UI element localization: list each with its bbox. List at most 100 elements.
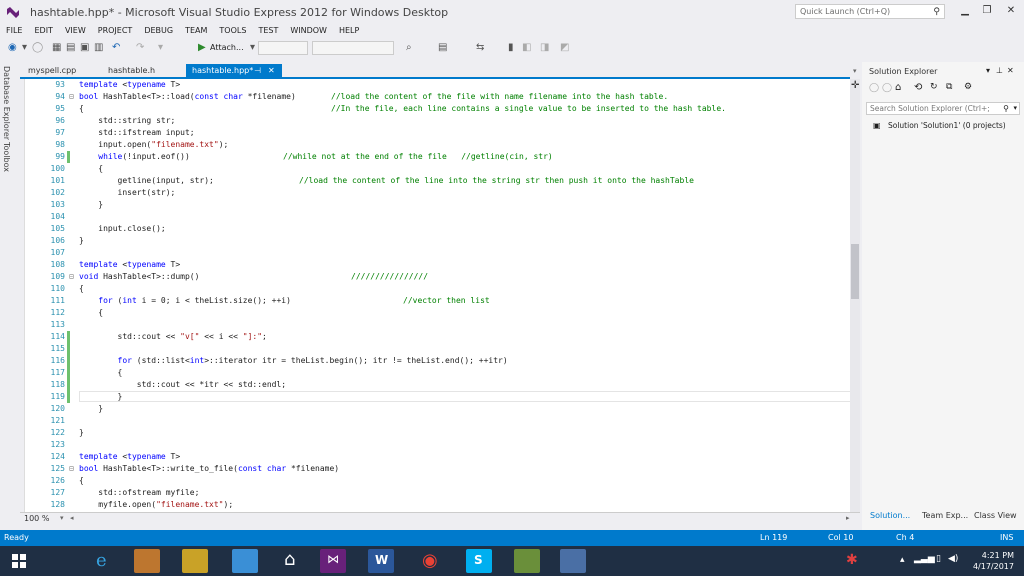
code-line[interactable]: 126 { xyxy=(25,475,851,487)
code-line[interactable]: 114 std::cout << "v[" << i << "]:"; xyxy=(25,331,851,343)
minimize-icon[interactable]: ▁ xyxy=(958,5,972,16)
code-line[interactable]: 120 } xyxy=(25,403,851,415)
toolbox-tab[interactable]: Toolbox xyxy=(2,142,11,172)
app-icon[interactable] xyxy=(514,549,540,573)
home-app-icon[interactable]: ⌂ xyxy=(280,549,306,573)
tab-team-explorer[interactable]: Team Exp... xyxy=(922,511,968,520)
scroll-left-icon[interactable]: ◂ xyxy=(70,514,74,522)
code-line[interactable]: 116 for (std::list<int>::iterator itr = … xyxy=(25,355,851,367)
code-editor[interactable]: 93 template <typename T> 94 ⊟ bool HashTable… xyxy=(24,79,851,512)
code-line[interactable]: 110 { xyxy=(25,283,851,295)
home-icon[interactable]: ⌂ xyxy=(895,82,901,93)
code-line[interactable]: 118 std::cout << *itr << std::endl; xyxy=(25,379,851,391)
tab-class-view[interactable]: Class View xyxy=(974,511,1017,520)
toggle-comment-icon[interactable]: ▤ xyxy=(438,42,447,53)
scroll-right-icon[interactable]: ▸ xyxy=(846,514,850,522)
undo-icon[interactable]: ↶ xyxy=(112,42,120,53)
chrome-icon[interactable]: ◉ xyxy=(418,549,444,573)
dropdown-icon[interactable]: ▾ xyxy=(22,42,27,53)
code-line[interactable]: 107 xyxy=(25,247,851,259)
code-line[interactable]: 111 for (int i = 0; i < theList.size(); … xyxy=(25,295,851,307)
start-debug-icon[interactable]: ▶ xyxy=(198,42,206,53)
attach-button[interactable]: Attach... xyxy=(210,43,244,52)
menu-tools[interactable]: TOOLS xyxy=(213,24,252,38)
code-line[interactable]: 93 template <typename T> xyxy=(25,79,851,91)
redo-dropdown-icon[interactable]: ▾ xyxy=(158,42,163,53)
code-line[interactable]: 105 input.close(); xyxy=(25,223,851,235)
code-line[interactable]: 115 xyxy=(25,343,851,355)
menu-debug[interactable]: DEBUG xyxy=(138,24,179,38)
menu-view[interactable]: VIEW xyxy=(59,24,92,38)
tab-solution-explorer[interactable]: Solution... xyxy=(870,511,910,520)
code-line[interactable]: 121 xyxy=(25,415,851,427)
pin-panel-icon[interactable]: ✛ xyxy=(851,80,859,91)
code-line[interactable]: 101 getline(input, str); //load the conte… xyxy=(25,175,851,187)
battery-icon[interactable]: ▯ xyxy=(936,554,941,564)
redo-icon[interactable]: ↷ xyxy=(136,42,144,53)
close-icon[interactable]: ✕ xyxy=(1004,5,1018,16)
media-app-icon[interactable] xyxy=(134,549,160,573)
menu-help[interactable]: HELP xyxy=(333,24,365,38)
find-in-files-icon[interactable]: ⌕ xyxy=(406,42,412,53)
editor-scrollbar[interactable] xyxy=(850,79,860,512)
quick-launch-input[interactable]: Quick Launch (Ctrl+Q) ⚲ xyxy=(795,4,945,19)
antivirus-tray-icon[interactable]: ✱ xyxy=(846,552,858,568)
collapse-icon[interactable]: ⊟ xyxy=(69,463,74,475)
code-line[interactable]: 122} xyxy=(25,427,851,439)
code-line[interactable]: 109 ⊟ void HashTable<T>::dump() ///////////… xyxy=(25,271,851,283)
code-line[interactable]: 123 xyxy=(25,439,851,451)
wifi-icon[interactable]: ▂▃▅ xyxy=(914,554,935,564)
visual-studio-taskbar-icon[interactable]: ⋈ xyxy=(320,549,346,573)
new-project-icon[interactable]: ▦ xyxy=(52,42,61,53)
refresh-icon[interactable]: ↻ xyxy=(930,82,938,92)
code-line[interactable]: 102 insert(str); xyxy=(25,187,851,199)
forward-icon[interactable]: ◯ xyxy=(882,83,892,93)
zoom-dropdown-icon[interactable]: ▾ xyxy=(60,514,64,522)
code-line[interactable]: 113 xyxy=(25,319,851,331)
properties-icon[interactable]: ⚙ xyxy=(964,82,972,92)
network-app-icon[interactable] xyxy=(560,549,586,573)
code-line[interactable]: 125 ⊟ bool HashTable<T>::write_to_file(con… xyxy=(25,463,851,475)
code-line[interactable]: 117 { xyxy=(25,367,851,379)
collapse-all-icon[interactable]: ⧉ xyxy=(946,82,952,92)
code-line[interactable]: 96 std::string str; xyxy=(25,115,851,127)
file-explorer-icon[interactable] xyxy=(182,549,208,573)
solution-platform-select[interactable] xyxy=(312,41,394,55)
bookmark-clear-icon[interactable]: ◩ xyxy=(560,42,569,53)
panel-menu-icon[interactable]: ▾ xyxy=(986,66,990,75)
code-line[interactable]: 99 while(!input.eof()) //while not at the… xyxy=(25,151,851,163)
lenovo-app-icon[interactable] xyxy=(232,549,258,573)
menu-project[interactable]: PROJECT xyxy=(92,24,139,38)
collapse-icon[interactable]: ⊟ xyxy=(69,91,74,103)
restore-icon[interactable]: ❐ xyxy=(980,5,994,16)
bookmark-prev-icon[interactable]: ◧ xyxy=(522,42,531,53)
bookmark-icon[interactable]: ▮ xyxy=(508,42,514,53)
back-icon[interactable]: ◯ xyxy=(869,83,879,93)
code-line[interactable]: 98 input.open("filename.txt"); xyxy=(25,139,851,151)
code-line[interactable]: 97 std::ifstream input; xyxy=(25,127,851,139)
save-icon[interactable]: ▣ xyxy=(80,42,89,53)
navigate-icon[interactable]: ⇆ xyxy=(476,42,484,53)
forward-icon[interactable]: ◯ xyxy=(32,42,43,53)
code-line[interactable]: 119 } xyxy=(25,391,851,403)
back-icon[interactable]: ◉ xyxy=(8,42,17,53)
code-line[interactable]: 94 ⊟ bool HashTable<T>::load(const char *f… xyxy=(25,91,851,103)
code-line[interactable]: 104 xyxy=(25,211,851,223)
sync-icon[interactable]: ⟲ xyxy=(914,82,922,93)
skype-icon[interactable]: S xyxy=(466,549,492,573)
code-line[interactable]: 108 template <typename T> xyxy=(25,259,851,271)
panel-dropdown-icon[interactable]: ▾ xyxy=(853,67,857,75)
volume-icon[interactable]: ◀) xyxy=(948,554,958,564)
bookmark-next-icon[interactable]: ◨ xyxy=(540,42,549,53)
tab-hashtable-hpp[interactable]: hashtable.hpp* ⊣ ✕ xyxy=(186,64,282,77)
search-options-icon[interactable]: ▾ xyxy=(1013,104,1017,112)
menu-window[interactable]: WINDOW xyxy=(284,24,333,38)
internet-explorer-icon[interactable]: e xyxy=(90,549,116,573)
menu-file[interactable]: FILE xyxy=(0,24,28,38)
windows-start-icon[interactable] xyxy=(12,554,26,568)
close-panel-icon[interactable]: ✕ xyxy=(1007,66,1014,75)
menu-team[interactable]: TEAM xyxy=(179,24,213,38)
save-all-icon[interactable]: ▥ xyxy=(94,42,103,53)
tab-myspell-cpp[interactable]: myspell.cpp xyxy=(22,64,82,77)
close-tab-icon[interactable]: ✕ xyxy=(268,64,275,77)
